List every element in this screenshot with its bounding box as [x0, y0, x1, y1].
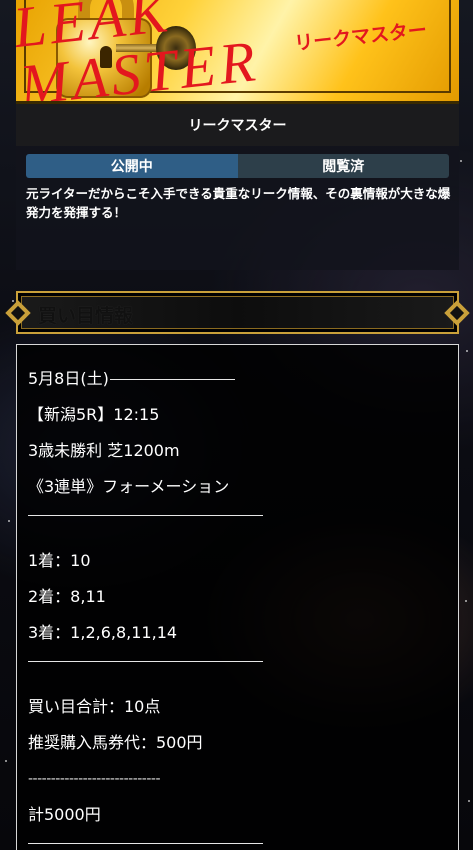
recommended-amount: 推奨購入馬券代：500円: [28, 733, 203, 752]
info-panel: 公開中 閲覧済 元ライターだからこそ入手できる貴重なリーク情報、その裏情報が大き…: [16, 146, 459, 270]
dashed-divider: -----------------------------: [28, 771, 161, 787]
third-place: 3着：1,2,6,8,11,14: [28, 623, 178, 642]
ornament-left-icon: [5, 300, 31, 326]
first-place: 1着：10: [28, 551, 91, 570]
date-rule: [109, 379, 235, 380]
race-name: 【新潟5R】12:15: [28, 405, 160, 424]
race-date-line: 5月8日(土): [28, 369, 448, 405]
bet-type: 《3連単》フォーメーション: [28, 477, 230, 496]
ornament-right-icon: [444, 300, 470, 326]
status-tabs: 公開中 閲覧済: [26, 154, 449, 178]
divider: [28, 661, 263, 697]
status-viewed-badge[interactable]: 閲覧済: [237, 154, 449, 178]
divider: [28, 515, 263, 551]
status-public-badge[interactable]: 公開中: [26, 154, 238, 178]
divider: [28, 843, 263, 850]
bet-info-box: 5月8日(土) 【新潟5R】12:15 3歳未勝利 芝1200m 《3連単》フォ…: [16, 344, 459, 850]
second-place: 2着：8,11: [28, 587, 106, 606]
race-date: 5月8日(土): [28, 369, 109, 388]
race-condition: 3歳未勝利 芝1200m: [28, 441, 180, 460]
total-amount: 計5000円: [28, 805, 101, 824]
page-title: リークマスター: [16, 104, 459, 146]
total-points: 買い目合計：10点: [28, 697, 161, 716]
hero-banner: LEAK MASTER リークマスター: [16, 0, 459, 104]
description-text: 元ライターだからこそ入手できる貴重なリーク情報、その裏情報が大きな爆発力を発揮す…: [26, 186, 451, 220]
section-header: 買い目情報: [5, 291, 470, 334]
section-title: 買い目情報: [38, 305, 134, 327]
